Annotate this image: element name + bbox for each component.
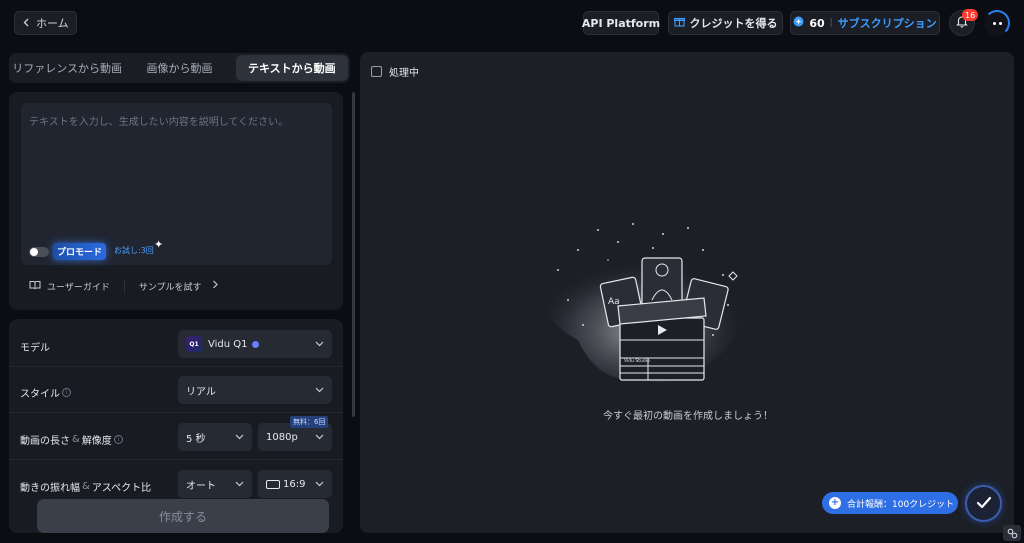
premium-badge-icon [251, 340, 259, 348]
chevron-down-icon [315, 432, 324, 443]
style-label: スタイル i [20, 385, 71, 400]
duration-select[interactable]: 5 秒 [178, 423, 252, 451]
book-icon [29, 280, 41, 293]
motion-aspect-label: 動きの振れ幅 & アスペクト比 [20, 481, 152, 494]
guide-row: ユーザーガイド サンプルを試す [29, 279, 218, 293]
top-bar: ホーム API Platform クレジットを得る 60 | サブスクリプション… [0, 0, 1024, 46]
chevron-down-icon [315, 479, 324, 490]
total-reward-label: 合計報酬：100クレジット [847, 499, 955, 510]
info-icon[interactable]: i [62, 388, 71, 397]
sparkle-icon: ✦ [154, 238, 164, 251]
processing-checkbox[interactable] [371, 66, 382, 77]
create-button[interactable]: 作成する [37, 499, 329, 533]
left-panel-scrollbar[interactable] [352, 92, 355, 417]
notification-badge: 16 [962, 9, 979, 21]
aspect-ratio-select[interactable]: 16:9 [258, 470, 332, 498]
tab-text-to-video[interactable]: テキストから動画 [235, 55, 348, 81]
duration-value: 5 秒 [186, 433, 206, 445]
pro-mode-switch[interactable] [29, 246, 49, 257]
chevron-down-icon [235, 432, 244, 443]
gift-icon [673, 16, 685, 30]
get-credits-label: クレジットを得る [689, 17, 778, 30]
chevron-left-icon [23, 17, 30, 30]
processing-label: 処理中 [389, 68, 419, 79]
user-guide-link[interactable]: ユーザーガイド [29, 280, 110, 293]
total-reward-pill[interactable]: + 合計報酬：100クレジット [822, 492, 958, 514]
tab-image-to-video[interactable]: 画像から動画 [123, 55, 235, 81]
empty-state-illustration: Aa Vidu Studio [542, 223, 739, 382]
illustration-brand-text: Vidu Studio [624, 358, 650, 364]
illustration-aa-text: Aa [608, 297, 620, 307]
pro-mode-toggle[interactable]: プロモード [29, 243, 107, 260]
subscription-button[interactable]: 60 | サブスクリプション [790, 11, 940, 35]
home-button[interactable]: ホーム [14, 11, 77, 35]
duration-resolution-label: 動画の長さ & 解像度 i [20, 432, 123, 447]
user-guide-label: ユーザーガイド [47, 282, 110, 293]
motion-value: オート [186, 480, 216, 492]
task-check-button[interactable] [965, 485, 1002, 522]
try-sample-link[interactable]: サンプルを試す [139, 280, 218, 293]
free-uses-badge: 無料：6回 [290, 416, 329, 428]
trial-count-label: お試し:3回 [114, 246, 154, 255]
avatar[interactable] [984, 10, 1010, 36]
preview-panel: 処理中 Aa Vidu Studio 今すぐ最初の動画を作成しましょう！ [360, 52, 1014, 533]
model-row: モデル Q1 Vidu Q1 [9, 321, 343, 367]
empty-state-text: 今すぐ最初の動画を作成しましょう！ [603, 411, 773, 422]
chevron-right-icon [212, 280, 218, 292]
get-credits-button[interactable]: クレジットを得る [668, 11, 783, 35]
tab-reference-to-video[interactable]: リファレンスから動画 [11, 55, 123, 81]
motion-select[interactable]: オート [178, 470, 252, 498]
home-label: ホーム [36, 17, 69, 30]
avatar-eye-icon [999, 22, 1002, 25]
pro-mode-label: プロモード [53, 243, 107, 260]
chevron-down-icon [235, 479, 244, 490]
credit-count: 60 [809, 16, 825, 30]
aspect-ratio-value: 16:9 [283, 478, 306, 490]
try-sample-label: サンプルを試す [138, 282, 202, 293]
style-select[interactable]: リアル [178, 376, 332, 404]
prompt-input[interactable] [21, 103, 332, 265]
aspect-ratio-icon [266, 479, 280, 489]
processing-filter[interactable]: 処理中 [371, 64, 419, 79]
chevron-down-icon [315, 339, 324, 350]
avatar-eye-icon [993, 22, 996, 25]
api-platform-button[interactable]: API Platform [581, 11, 661, 35]
link-icon[interactable] [1003, 525, 1021, 541]
model-select[interactable]: Q1 Vidu Q1 [178, 330, 332, 358]
separator-icon: | [829, 18, 833, 28]
chevron-down-icon [315, 385, 324, 396]
plus-icon: + [829, 497, 841, 509]
model-label: モデル [20, 343, 50, 354]
mode-tabs: リファレンスから動画 画像から動画 テキストから動画 [9, 53, 350, 83]
prompt-card: プロモード お試し:3回 ✦ ユーザーガイド サンプルを試す [9, 92, 343, 310]
vidu-logo-icon: Q1 [186, 336, 202, 352]
resolution-value: 1080p [266, 431, 298, 443]
credit-coin-icon [793, 16, 804, 30]
style-value: リアル [186, 386, 216, 398]
subscription-label: サブスクリプション [837, 17, 937, 30]
info-icon[interactable]: i [113, 435, 123, 444]
model-value: Vidu Q1 [208, 338, 248, 350]
checkmark-icon [976, 494, 992, 513]
api-platform-label: API Platform [581, 16, 661, 30]
divider [123, 279, 125, 293]
style-row: スタイル i リアル [9, 367, 343, 413]
